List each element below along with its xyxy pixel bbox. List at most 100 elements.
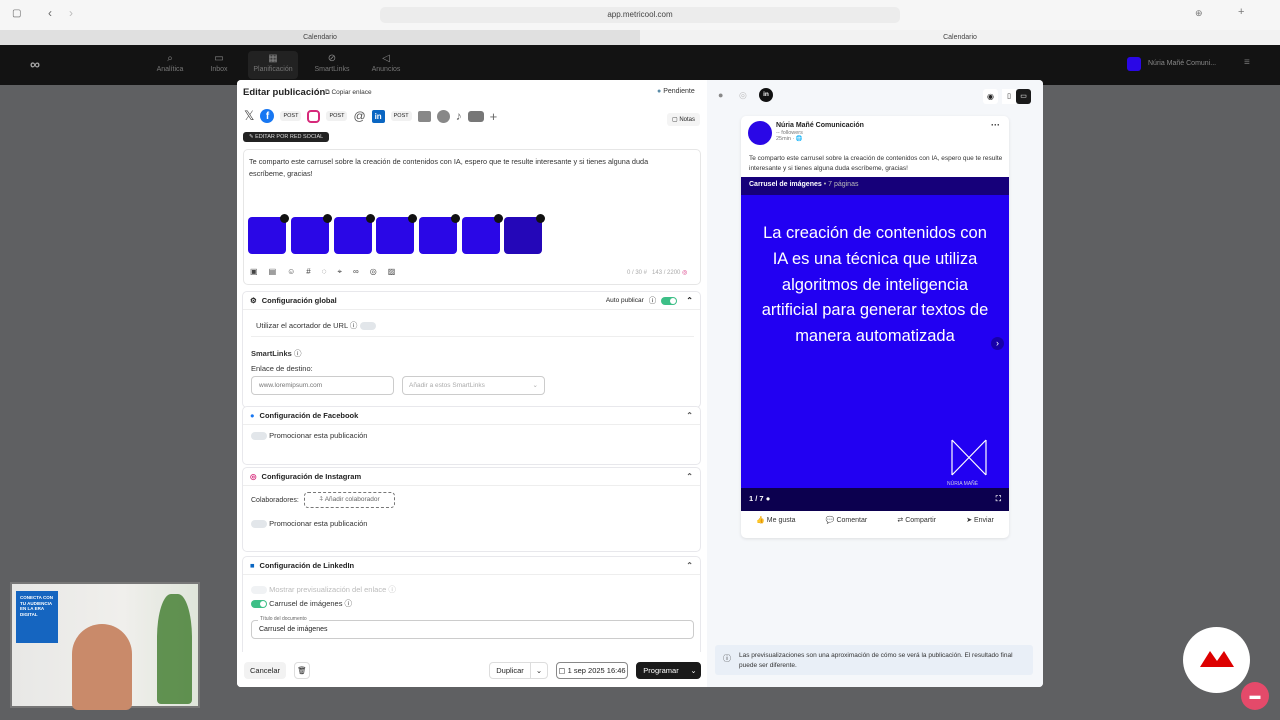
nav-inbox[interactable]: ▭ Inbox	[194, 53, 244, 73]
duplicate-button[interactable]: Duplicar	[489, 662, 531, 679]
media-thumbnail[interactable]	[334, 214, 375, 254]
add-collaborator-button[interactable]: ⍏ Añadir colaborador	[304, 492, 395, 508]
brand-selector[interactable]: Núria Mañé Comuni...	[1148, 60, 1216, 67]
linkedin-config-header[interactable]: ■ Configuración de LinkedIn ⌃	[243, 557, 700, 575]
location-icon[interactable]: ⌖	[338, 267, 343, 277]
time-label: 25min ·	[776, 136, 795, 142]
duplicate-options-button[interactable]: ⌄	[530, 662, 548, 679]
x-icon[interactable]: 𝕏	[244, 108, 254, 124]
menu-icon[interactable]: ≡	[1244, 57, 1250, 68]
address-bar[interactable]: app.metricool.com	[380, 7, 900, 23]
thumbnail-options-icon[interactable]	[536, 214, 545, 223]
calendar-icon: ▦	[268, 53, 278, 64]
media-icon[interactable]: ▣	[250, 267, 258, 277]
threads-icon[interactable]: @	[353, 109, 365, 123]
collapse-icon[interactable]: ⌃	[686, 472, 693, 481]
document-title-input[interactable]: Título del documento Carrusel de imágene…	[251, 615, 694, 639]
add-network-button[interactable]: +	[490, 109, 498, 124]
google-business-icon[interactable]	[417, 110, 431, 122]
notes-button[interactable]: ▢ Notas	[667, 113, 701, 126]
download-icon[interactable]: ⊕	[1195, 8, 1203, 19]
preview-linkedin-tab[interactable]: in	[759, 88, 773, 102]
chat-support-button[interactable]: ▬	[1241, 682, 1269, 710]
eye-icon[interactable]: ◉	[983, 89, 998, 104]
thumbnail-options-icon[interactable]	[408, 214, 417, 223]
mobile-view-icon[interactable]: ▯	[1002, 89, 1016, 104]
forward-icon[interactable]: ›	[69, 6, 73, 20]
share-button[interactable]: ⇄ Compartir	[897, 516, 936, 524]
collapse-icon[interactable]: ⌃	[686, 561, 693, 570]
media-thumbnail[interactable]	[462, 214, 503, 254]
date-picker-button[interactable]: ▢ 1 sep 2025 16:46	[556, 662, 628, 679]
more-options-icon[interactable]: ···	[991, 120, 1000, 130]
media-thumbnail[interactable]	[248, 214, 289, 254]
fullscreen-icon[interactable]: ⛶	[996, 494, 1001, 504]
link-icon[interactable]: ∞	[353, 267, 359, 277]
thumbnail-options-icon[interactable]	[280, 214, 289, 223]
facebook-promote-toggle[interactable]	[251, 432, 267, 441]
instagram-icon[interactable]	[307, 109, 321, 123]
thumbnail-options-icon[interactable]	[323, 214, 332, 223]
document-icon[interactable]: ▤	[269, 267, 277, 277]
back-icon[interactable]: ‹	[48, 6, 52, 20]
facebook-icon[interactable]: f	[260, 109, 275, 123]
instagram-promote-toggle[interactable]	[251, 520, 267, 529]
facebook-post-type[interactable]: POST	[280, 111, 302, 121]
desktop-view-icon[interactable]: ▭	[1016, 89, 1031, 104]
auto-publish-toggle[interactable]	[661, 296, 678, 305]
send-button[interactable]: ➤ Enviar	[966, 516, 994, 524]
action-label: Compartir	[905, 517, 936, 524]
tiktok-icon[interactable]: ♪	[456, 109, 462, 123]
schedule-button[interactable]: Programar	[636, 662, 686, 679]
new-tab-icon[interactable]: +	[1238, 6, 1244, 18]
schedule-options-button[interactable]: ⌄	[686, 662, 701, 679]
emoji-icon[interactable]: ☺	[287, 267, 295, 277]
global-config-header[interactable]: ⚙ Configuración global Auto publicar ⓘ ⌃	[243, 292, 700, 310]
comment-button[interactable]: 💬 Comentar	[826, 516, 867, 524]
carousel-toggle[interactable]	[251, 600, 267, 609]
youtube-icon[interactable]	[467, 110, 484, 122]
nav-planificacion[interactable]: ▦ Planificación	[248, 51, 298, 79]
next-slide-button[interactable]: ›	[991, 337, 1004, 350]
thumbnail-options-icon[interactable]	[366, 214, 375, 223]
nav-analitica[interactable]: ⌕ Analítica	[145, 53, 195, 73]
cancel-button[interactable]: Cancelar	[244, 662, 286, 679]
sidebar-toggle-icon[interactable]: ▢	[12, 8, 21, 19]
comment-icon[interactable]: ◌	[322, 267, 327, 277]
destination-url-input[interactable]	[251, 376, 394, 395]
thumbnail-options-icon[interactable]	[451, 214, 460, 223]
pinterest-icon[interactable]	[436, 109, 450, 123]
preview-facebook-tab[interactable]: ●	[718, 90, 723, 100]
preview-instagram-tab[interactable]: ◎	[739, 90, 747, 101]
url-shortener-toggle[interactable]	[359, 322, 376, 331]
link-preview-toggle[interactable]	[251, 586, 267, 595]
like-button[interactable]: 👍 Me gusta	[756, 516, 795, 524]
edit-by-network-button[interactable]: ✎ EDITAR POR RED SOCIAL	[243, 132, 330, 142]
hashtag-icon[interactable]: #	[306, 267, 310, 277]
media-thumbnail[interactable]	[376, 214, 417, 254]
post-text[interactable]: Te comparto este carrusel sobre la creac…	[244, 150, 684, 185]
ai-icon[interactable]: ◎	[370, 267, 377, 277]
tab-calendario-2[interactable]: Calendario	[640, 30, 1280, 45]
media-thumbnail[interactable]	[291, 214, 332, 254]
nav-anuncios[interactable]: ◁ Anuncios	[361, 53, 411, 73]
collapse-icon[interactable]: ⌃	[686, 411, 693, 420]
thumbnail-options-icon[interactable]	[494, 214, 503, 223]
folder-icon[interactable]: ▨	[388, 267, 396, 277]
tab-calendario-1[interactable]: Calendario	[0, 30, 640, 45]
facebook-config-header[interactable]: ● Configuración de Facebook ⌃	[243, 407, 700, 425]
linkedin-icon[interactable]: in	[371, 109, 385, 123]
instagram-config-header[interactable]: ◎ Configuración de Instagram ⌃	[243, 468, 700, 486]
instagram-post-type[interactable]: POST	[326, 111, 348, 121]
copy-link-button[interactable]: ⧉ Copiar enlace	[325, 89, 372, 97]
smartlinks-select[interactable]: Añadir a estos SmartLinks ⌄	[402, 376, 545, 395]
nav-smartlinks[interactable]: ⊘ SmartLinks	[307, 53, 357, 73]
delete-button[interactable]: 🗑	[294, 662, 310, 679]
media-thumbnail[interactable]	[504, 214, 545, 254]
progress-dot[interactable]: ●	[766, 494, 771, 503]
media-thumbnail[interactable]	[419, 214, 460, 254]
destination-label: Enlace de destino:	[251, 364, 313, 373]
linkedin-post-type[interactable]: POST	[390, 111, 412, 121]
webcam-overlay: CONECTA CON TU AUDIENCIA EN LA ERA DIGIT…	[10, 582, 200, 710]
collapse-icon[interactable]: ⌃	[686, 296, 693, 305]
